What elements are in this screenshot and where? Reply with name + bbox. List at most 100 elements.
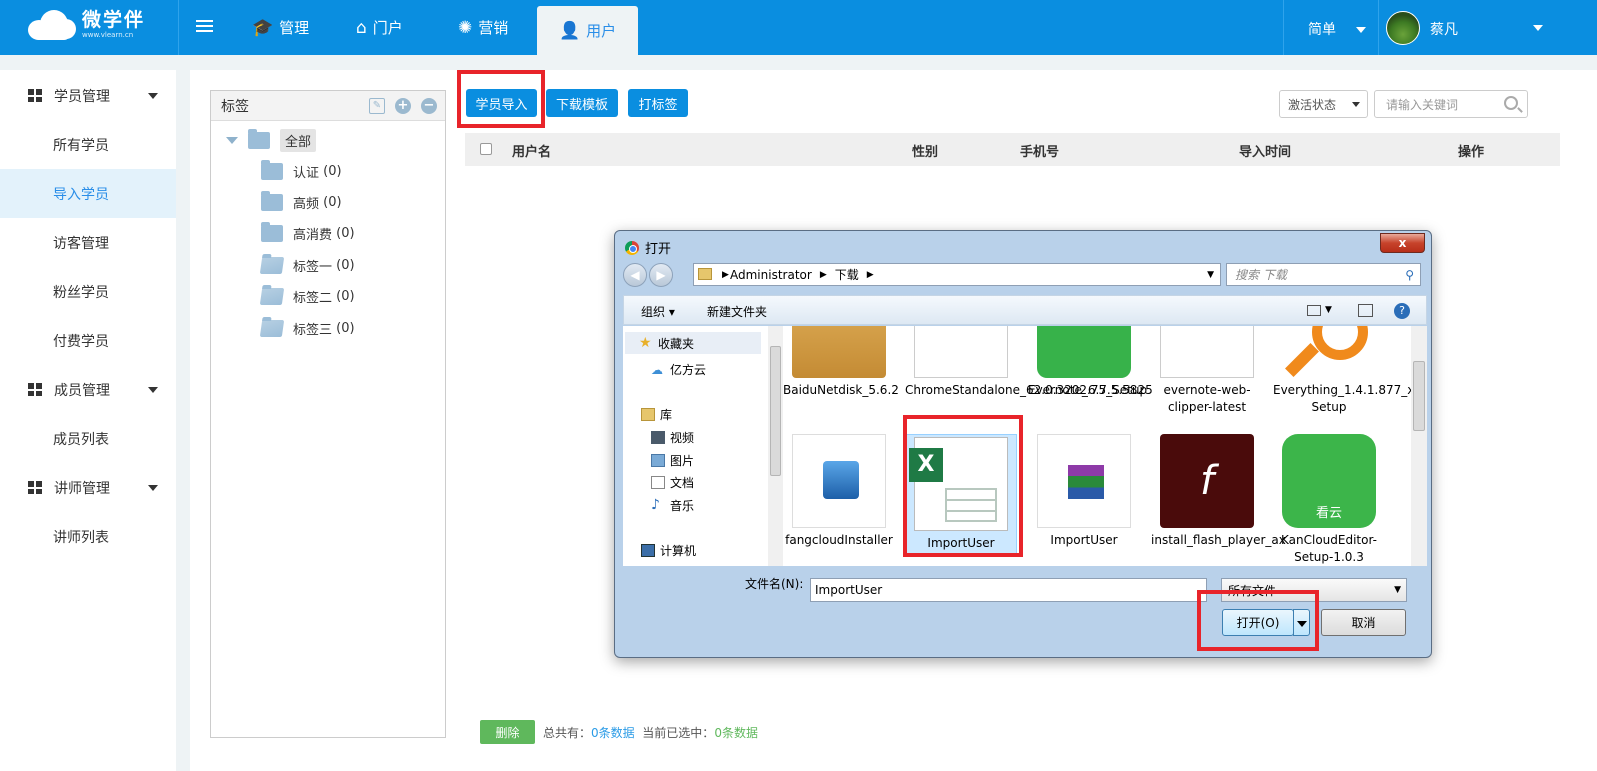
sidebar: 学员管理 所有学员 导入学员 访客管理 粉丝学员 付费学员 成员管理 成员列表 … [0, 70, 176, 771]
forward-arrow-icon[interactable]: ▶ [649, 263, 673, 287]
document-icon [651, 476, 665, 489]
new-folder-button[interactable]: 新建文件夹 [707, 303, 767, 320]
nav-library[interactable]: 库 [641, 406, 672, 423]
folder-icon [248, 129, 270, 149]
sidebar-group-members[interactable]: 成员管理 [0, 365, 176, 414]
sidebar-group-lecturers[interactable]: 讲师管理 [0, 463, 176, 512]
tree-root[interactable]: 全部 [226, 129, 317, 152]
nav-item[interactable]: ☁ 亿方云 [651, 361, 706, 378]
nav-item[interactable]: 图片 [651, 452, 694, 469]
user-menu[interactable]: 蔡凡 [1430, 19, 1458, 39]
tree-item-tag[interactable]: 标签三 (0) [259, 319, 355, 338]
tag-panel-title: 标签 [221, 98, 249, 115]
delete-button[interactable]: 删除 [480, 720, 535, 744]
sidebar-item-member-list[interactable]: 成员列表 [0, 414, 176, 463]
file-item[interactable]: evernote-web-clipper-latest [1151, 326, 1263, 416]
folder-open-icon [259, 257, 285, 274]
chevron-right-icon: ▶ [722, 269, 729, 280]
cancel-button[interactable]: 取消 [1321, 609, 1406, 636]
select-all-checkbox[interactable] [480, 143, 492, 155]
chrome-icon [625, 240, 639, 255]
status-select[interactable]: 激活状态 [1279, 90, 1368, 118]
scrollbar[interactable] [1411, 326, 1427, 566]
nav-item-portal[interactable]: ⌂ 门户 [356, 0, 403, 55]
tree-item-tag[interactable]: 高频 (0) [261, 191, 342, 212]
file-name: install_flash_player_ax [1151, 533, 1286, 547]
nav-favorites[interactable]: ★ 收藏夹 [625, 332, 761, 354]
file-item[interactable]: BaiduNetdisk_5.6.2 [783, 326, 899, 399]
organize-menu[interactable]: 组织 ▾ [641, 303, 675, 320]
nav-label: 视频 [670, 431, 695, 445]
tree-item-tag[interactable]: 标签二 (0) [259, 287, 355, 306]
add-icon[interactable]: + [395, 98, 411, 114]
sidebar-item-label: 所有学员 [53, 137, 109, 154]
navigation-pane: ★ 收藏夹 ☁ 亿方云 库 视频 图片 文档 ♪ 音乐 计算机 [623, 326, 783, 566]
file-item[interactable]: f install_flash_player_ax [1151, 434, 1286, 549]
sidebar-item-label: 访客管理 [53, 235, 109, 252]
file-name: KanCloudEditor-Setup-1.0.3 [1281, 533, 1377, 564]
sidebar-group-students[interactable]: 学员管理 [0, 71, 176, 120]
folder-icon [261, 160, 283, 180]
file-item[interactable]: Evernote_6.7.5.5825 [1028, 326, 1153, 399]
language-switch[interactable]: 简单 [1308, 19, 1367, 39]
menu-toggle-icon[interactable] [196, 20, 213, 34]
sidebar-item-lecturer-list[interactable]: 讲师列表 [0, 512, 176, 561]
folder-open-icon [259, 320, 285, 337]
nav-item[interactable]: ♪ 音乐 [651, 497, 694, 514]
dialog-search-input[interactable]: 搜索 下载 ⚲ [1226, 263, 1421, 286]
music-icon: ♪ [651, 497, 660, 513]
chevron-down-icon[interactable] [1533, 25, 1543, 31]
preview-pane-icon[interactable] [1358, 304, 1373, 317]
tag-button[interactable]: 打标签 [628, 89, 688, 117]
edit-icon[interactable]: ✎ [369, 98, 385, 114]
tag-count: (0) [336, 258, 355, 273]
nav-label: 收藏夹 [658, 336, 695, 351]
nav-item-manage[interactable]: 🎓 管理 [252, 0, 309, 55]
file-item[interactable]: Everything_1.4.1.877_x64-Setup [1273, 326, 1411, 416]
nav-item-user[interactable]: 👤 用户 [537, 6, 639, 55]
nav-item[interactable]: 文档 [651, 474, 694, 491]
button-label: 删除 [495, 725, 520, 740]
search-input[interactable]: 请输入关键词 [1374, 90, 1528, 118]
file-item[interactable]: ImportUser [1028, 434, 1140, 549]
file-item[interactable]: fangcloudInstaller [783, 434, 895, 549]
tree-item-tag[interactable]: 认证 (0) [261, 160, 342, 181]
cloud-logo-icon [28, 10, 76, 40]
breadcrumb-item[interactable]: Administrator [730, 268, 812, 282]
close-button[interactable]: x [1380, 233, 1425, 253]
scrollbar[interactable] [768, 326, 783, 566]
highlight-box [457, 70, 545, 128]
back-arrow-icon[interactable]: ◀ [623, 263, 647, 287]
nav-computer[interactable]: 计算机 [641, 542, 696, 559]
chevron-right-icon: ▶ [866, 269, 874, 280]
sidebar-item-fans[interactable]: 粉丝学员 [0, 267, 176, 316]
sidebar-item-paid[interactable]: 付费学员 [0, 316, 176, 365]
file-item[interactable]: 看云 KanCloudEditor-Setup-1.0.3 [1273, 434, 1385, 566]
tag-label: 标签三 [293, 323, 333, 338]
chevron-down-icon[interactable]: ▼ [1207, 270, 1214, 280]
download-template-button[interactable]: 下载模板 [546, 89, 618, 117]
nav-item[interactable]: 视频 [651, 429, 694, 446]
breadcrumb-item[interactable]: 下载 [835, 266, 859, 283]
nav-item-marketing[interactable]: ✺ 营销 [458, 0, 508, 55]
help-icon[interactable]: ? [1394, 303, 1410, 319]
tree-item-tag[interactable]: 高消费 (0) [261, 222, 355, 243]
search-icon[interactable] [1504, 96, 1518, 110]
tag-count: (0) [336, 321, 355, 336]
chevron-down-icon[interactable]: ▼ [1325, 305, 1332, 315]
sidebar-item-all-students[interactable]: 所有学员 [0, 120, 176, 169]
sidebar-item-import-students[interactable]: 导入学员 [0, 169, 176, 218]
filename-input[interactable]: ImportUser [810, 578, 1207, 602]
remove-icon[interactable]: − [421, 98, 437, 114]
file-item[interactable]: ChromeStandalone_62.0.3202.75_Setup [905, 326, 1147, 399]
chevron-down-icon [148, 92, 158, 99]
app-logo[interactable]: 微学伴 www.vlearn.cn [28, 10, 145, 40]
nav-divider [1378, 0, 1379, 55]
sidebar-item-visitors[interactable]: 访客管理 [0, 218, 176, 267]
tree-item-tag[interactable]: 标签一 (0) [259, 256, 355, 275]
avatar[interactable] [1386, 11, 1420, 45]
nav-label: 文档 [670, 476, 695, 490]
breadcrumb[interactable]: ▶ Administrator ▶ 下载 ▶ ▼ [693, 263, 1221, 286]
installer-icon [1160, 326, 1254, 378]
view-icon[interactable] [1307, 305, 1321, 316]
